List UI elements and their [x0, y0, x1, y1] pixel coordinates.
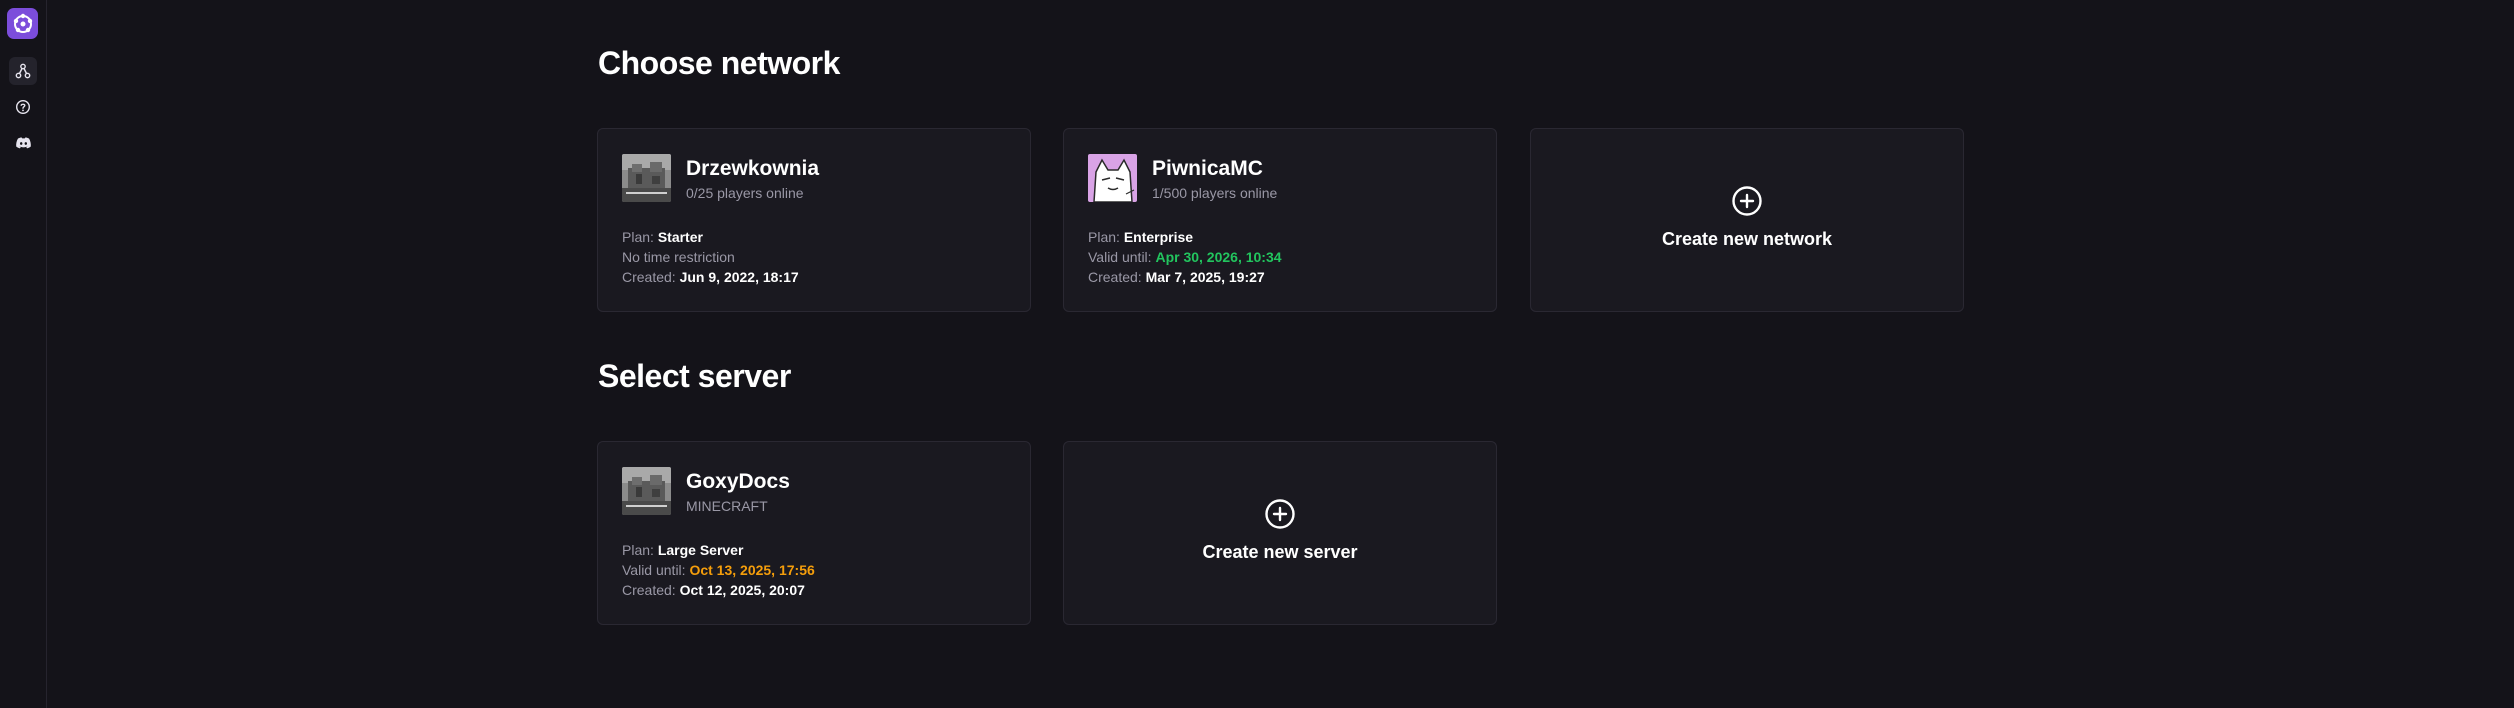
- network-thumbnail: [622, 154, 671, 202]
- logo-icon: [13, 13, 32, 33]
- created-label: Created:: [622, 269, 676, 285]
- network-card-drzewkownia[interactable]: Drzewkownia 0/25 players online Plan: St…: [597, 128, 1031, 312]
- network-details: Plan: Enterprise Valid until: Apr 30, 20…: [1088, 227, 1282, 287]
- valid-label: Valid until:: [622, 562, 686, 578]
- created-value: Jun 9, 2022, 18:17: [679, 269, 799, 285]
- plan-row: Plan: Enterprise: [1088, 227, 1282, 247]
- plan-row: Plan: Large Server: [622, 540, 815, 560]
- valid-row: Valid until: Apr 30, 2026, 10:34: [1088, 247, 1282, 267]
- validity-text: No time restriction: [622, 249, 735, 265]
- app-logo[interactable]: [7, 8, 38, 39]
- network-name: Drzewkownia: [686, 157, 820, 180]
- valid-label: Valid until:: [1088, 249, 1152, 265]
- plan-label: Plan:: [622, 229, 654, 245]
- sidebar-item-help[interactable]: [9, 93, 37, 121]
- network-details: Plan: Starter No time restriction Create…: [622, 227, 799, 287]
- sidebar-item-discord[interactable]: [9, 129, 37, 157]
- plan-label: Plan:: [1088, 229, 1120, 245]
- network-thumbnail: [1088, 154, 1137, 202]
- plan-value: Enterprise: [1123, 229, 1194, 245]
- create-server-button[interactable]: Create new server: [1063, 441, 1497, 625]
- server-card-goxydocs[interactable]: GoxyDocs MINECRAFT Plan: Large Server Va…: [597, 441, 1031, 625]
- network-name: PiwnicaMC: [1152, 157, 1263, 180]
- create-network-label: Create new network: [1661, 228, 1833, 249]
- created-row: Created: Jun 9, 2022, 18:17: [622, 267, 799, 287]
- created-row: Created: Oct 12, 2025, 20:07: [622, 580, 815, 600]
- plan-label: Plan:: [622, 542, 654, 558]
- sidebar: [0, 0, 47, 708]
- created-row: Created: Mar 7, 2025, 19:27: [1088, 267, 1282, 287]
- created-label: Created:: [622, 582, 676, 598]
- server-thumbnail: [622, 467, 671, 515]
- sidebar-item-networks[interactable]: [9, 57, 37, 85]
- server-type: MINECRAFT: [686, 498, 768, 514]
- networks-section-title: Choose network: [598, 45, 840, 81]
- valid-until-value: Apr 30, 2026, 10:34: [1155, 249, 1282, 265]
- plus-circle-icon: [1732, 185, 1762, 216]
- valid-until-value: Oct 13, 2025, 17:56: [689, 562, 815, 578]
- plan-value: Large Server: [657, 542, 744, 558]
- create-network-button[interactable]: Create new network: [1530, 128, 1964, 312]
- created-label: Created:: [1088, 269, 1142, 285]
- plus-circle-icon: [1265, 498, 1295, 529]
- plan-row: Plan: Starter: [622, 227, 799, 247]
- players-online: 1/500 players online: [1152, 185, 1278, 201]
- discord-icon: [15, 137, 31, 149]
- server-details: Plan: Large Server Valid until: Oct 13, …: [622, 540, 815, 600]
- server-name: GoxyDocs: [686, 470, 790, 493]
- network-card-piwnicamc[interactable]: PiwnicaMC 1/500 players online Plan: Ent…: [1063, 128, 1497, 312]
- network-icon: [15, 63, 31, 79]
- create-server-label: Create new server: [1202, 541, 1358, 562]
- servers-section-title: Select server: [598, 358, 791, 394]
- created-value: Mar 7, 2025, 19:27: [1145, 269, 1265, 285]
- valid-row: Valid until: Oct 13, 2025, 17:56: [622, 560, 815, 580]
- players-online: 0/25 players online: [686, 185, 804, 201]
- help-icon: [15, 99, 31, 115]
- plan-value: Starter: [657, 229, 703, 245]
- created-value: Oct 12, 2025, 20:07: [679, 582, 805, 598]
